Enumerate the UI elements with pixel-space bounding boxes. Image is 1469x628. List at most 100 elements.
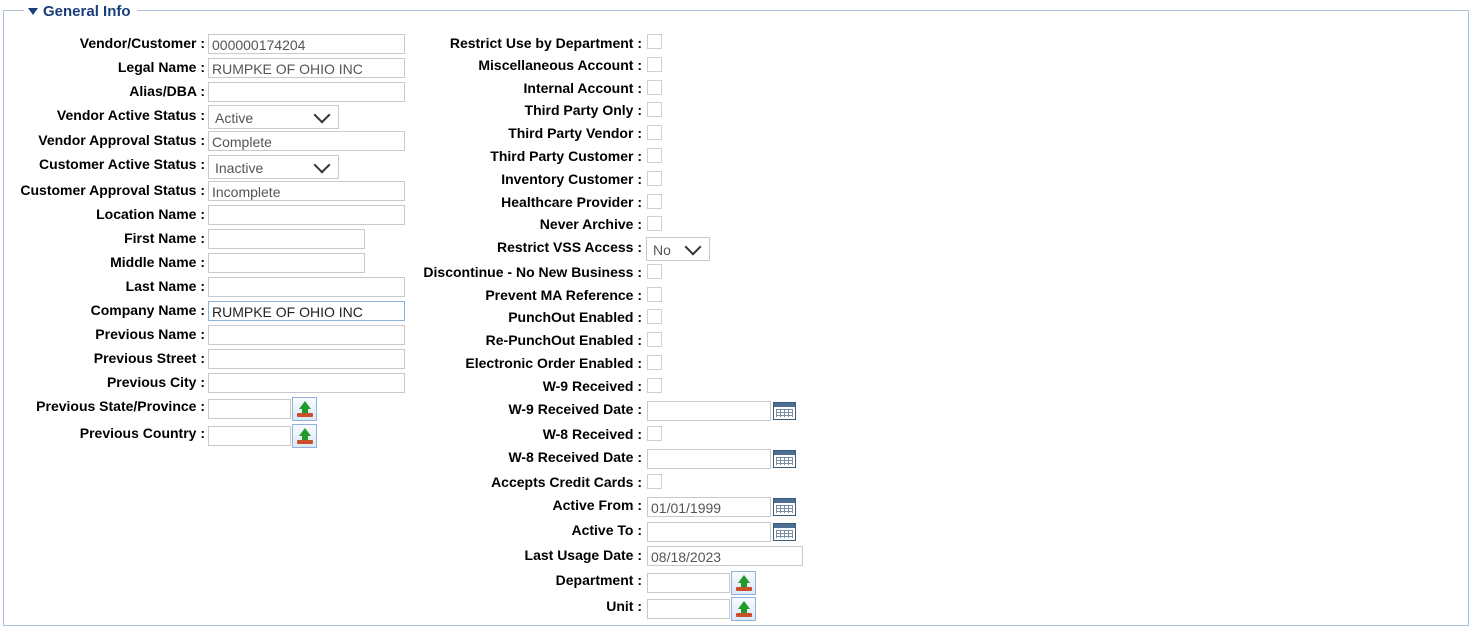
previous-state-field[interactable]: [208, 399, 291, 419]
department-lookup-button[interactable]: [731, 571, 756, 595]
never-archive-checkbox[interactable]: [647, 216, 662, 231]
chevron-down-icon: [313, 106, 331, 124]
active-from-field[interactable]: 01/01/1999: [647, 497, 771, 517]
legal-name-field[interactable]: RUMPKE OF OHIO INC: [208, 58, 405, 78]
prevent-ma-checkbox[interactable]: [647, 287, 662, 302]
calendar-icon[interactable]: [773, 523, 796, 541]
restrict-dept-label: Restrict Use by Department :: [449, 35, 642, 51]
previous-country-lookup-button[interactable]: [292, 424, 317, 448]
internal-account-label: Internal Account :: [523, 80, 643, 96]
calendar-icon[interactable]: [773, 402, 796, 420]
section-header[interactable]: General Info: [24, 2, 137, 20]
healthcare-provider-label: Healthcare Provider :: [501, 194, 642, 210]
vendor-customer-field[interactable]: 000000174204: [208, 34, 405, 54]
previous-country-label: Previous Country :: [79, 425, 205, 441]
last-usage-field: 08/18/2023: [647, 546, 803, 566]
restrict-vss-select[interactable]: No: [646, 237, 710, 261]
chevron-down-icon: [684, 238, 702, 256]
w9-date-field[interactable]: [647, 401, 771, 421]
last-name-field[interactable]: [208, 277, 405, 297]
vendor-active-status-select[interactable]: Active: [208, 105, 339, 129]
w8-date-field[interactable]: [647, 449, 771, 469]
active-to-label: Active To :: [571, 522, 642, 538]
first-name-field[interactable]: [208, 229, 365, 249]
w8-received-checkbox[interactable]: [647, 426, 662, 441]
location-name-field[interactable]: [208, 205, 405, 225]
w8-received-label: W-8 Received :: [542, 426, 642, 442]
repunchout-checkbox[interactable]: [647, 332, 662, 347]
previous-state-lookup-button[interactable]: [292, 397, 317, 421]
customer-active-status-value: Inactive: [215, 160, 264, 176]
unit-label: Unit :: [606, 598, 642, 614]
electronic-order-label: Electronic Order Enabled :: [465, 355, 642, 371]
unit-lookup-button[interactable]: [731, 597, 756, 621]
never-archive-label: Never Archive :: [539, 216, 642, 232]
calendar-icon[interactable]: [773, 450, 796, 468]
credit-cards-label: Accepts Credit Cards :: [491, 474, 642, 490]
electronic-order-checkbox[interactable]: [647, 355, 662, 370]
previous-name-label: Previous Name :: [95, 326, 205, 342]
w9-date-label: W-9 Received Date :: [508, 401, 642, 417]
calendar-icon[interactable]: [773, 498, 796, 516]
punchout-checkbox[interactable]: [647, 309, 662, 324]
customer-active-status-label: Customer Active Status :: [39, 156, 205, 172]
middle-name-field[interactable]: [208, 253, 365, 273]
last-name-label: Last Name :: [125, 278, 205, 294]
unit-field[interactable]: [647, 599, 730, 619]
customer-approval-status-label: Customer Approval Status :: [20, 182, 205, 198]
w9-received-label: W-9 Received :: [542, 378, 642, 394]
third-party-vendor-checkbox[interactable]: [647, 125, 662, 140]
department-field[interactable]: [647, 573, 730, 593]
credit-cards-checkbox[interactable]: [647, 474, 662, 489]
alias-dba-field[interactable]: [208, 82, 405, 102]
discontinue-checkbox[interactable]: [647, 264, 662, 279]
vendor-active-status-label: Vendor Active Status :: [56, 107, 205, 123]
vendor-active-status-value: Active: [215, 110, 254, 126]
previous-state-label: Previous State/Province :: [36, 398, 205, 414]
misc-account-checkbox[interactable]: [647, 57, 662, 72]
vendor-customer-label: Vendor/Customer :: [79, 35, 205, 51]
company-name-field[interactable]: RUMPKE OF OHIO INC: [208, 301, 405, 321]
misc-account-label: Miscellaneous Account :: [478, 57, 642, 73]
previous-street-field[interactable]: [208, 349, 405, 369]
internal-account-checkbox[interactable]: [647, 80, 662, 95]
previous-city-label: Previous City :: [106, 374, 205, 390]
previous-name-field[interactable]: [208, 325, 405, 345]
active-from-label: Active From :: [552, 497, 642, 513]
first-name-label: First Name :: [124, 230, 205, 246]
restrict-dept-checkbox[interactable]: [647, 34, 662, 49]
prevent-ma-label: Prevent MA Reference :: [485, 287, 642, 303]
w8-date-label: W-8 Received Date :: [508, 449, 642, 465]
third-party-customer-checkbox[interactable]: [647, 148, 662, 163]
customer-approval-status-field[interactable]: Incomplete: [208, 181, 405, 201]
active-to-field[interactable]: [647, 522, 771, 542]
last-usage-label: Last Usage Date :: [524, 547, 642, 563]
middle-name-label: Middle Name :: [110, 254, 205, 270]
location-name-label: Location Name :: [96, 206, 205, 222]
vendor-approval-status-field[interactable]: Complete: [208, 131, 405, 151]
vendor-approval-status-label: Vendor Approval Status :: [38, 132, 205, 148]
customer-active-status-select[interactable]: Inactive: [208, 155, 339, 179]
third-party-only-checkbox[interactable]: [647, 102, 662, 117]
discontinue-label: Discontinue - No New Business :: [423, 264, 642, 280]
previous-country-field[interactable]: [208, 426, 291, 446]
inventory-customer-checkbox[interactable]: [647, 171, 662, 186]
legal-name-label: Legal Name :: [117, 59, 205, 75]
previous-street-label: Previous Street :: [93, 350, 205, 366]
chevron-down-icon: [313, 156, 331, 174]
healthcare-provider-checkbox[interactable]: [647, 194, 662, 209]
triangle-down-icon[interactable]: [28, 8, 38, 15]
restrict-vss-label: Restrict VSS Access :: [497, 239, 642, 255]
third-party-vendor-label: Third Party Vendor :: [508, 125, 642, 141]
punchout-label: PunchOut Enabled :: [508, 309, 642, 325]
previous-city-field[interactable]: [208, 373, 405, 393]
third-party-only-label: Third Party Only :: [524, 102, 642, 118]
w9-received-checkbox[interactable]: [647, 378, 662, 393]
company-name-label: Company Name :: [90, 302, 205, 318]
restrict-vss-value: No: [653, 242, 671, 258]
inventory-customer-label: Inventory Customer :: [501, 171, 642, 187]
alias-dba-label: Alias/DBA :: [129, 83, 205, 99]
third-party-customer-label: Third Party Customer :: [490, 148, 642, 164]
repunchout-label: Re-PunchOut Enabled :: [485, 332, 642, 348]
section-title: General Info: [43, 2, 131, 20]
